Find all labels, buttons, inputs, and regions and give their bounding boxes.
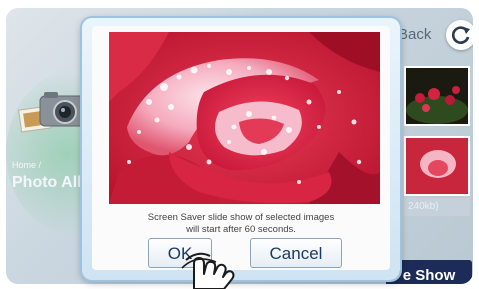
thumbnail-caption: 240kb) [404,198,470,216]
camera-icon [18,92,87,133]
cancel-button[interactable]: Cancel [250,238,342,268]
thumbnail-image[interactable] [404,66,470,126]
rose-photo [109,32,380,204]
thumbnail-image[interactable] [404,136,470,196]
hand-pointer-icon [181,252,235,289]
breadcrumb: Home / [12,160,42,170]
dialog-message-line1: Screen Saver slide show of selected imag… [147,212,335,223]
refresh-icon [452,26,470,44]
refresh-button[interactable] [446,20,473,50]
back-button[interactable]: Back [398,26,431,43]
dialog-message-line2: will start after 60 seconds. [186,224,296,235]
rose-photo [406,138,468,194]
flower-garden-photo [406,68,468,124]
preview-image [109,32,380,204]
